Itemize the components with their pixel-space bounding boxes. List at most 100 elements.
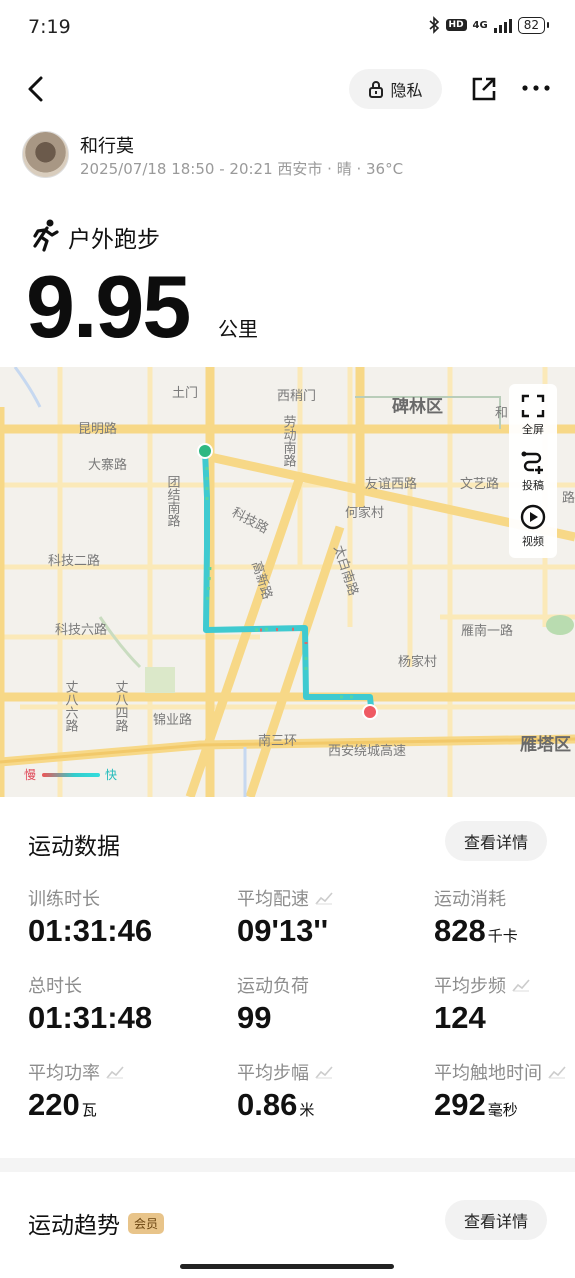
stat-unit: 千卡 (487, 927, 518, 945)
share-icon[interactable] (470, 75, 498, 103)
more-options-icon[interactable] (520, 76, 552, 100)
trend-icon[interactable] (106, 1065, 124, 1079)
fullscreen-button[interactable]: 全屏 (509, 394, 557, 437)
stat-number: 01:31:46 (28, 913, 153, 948)
stat-number: 09'13'' (237, 913, 329, 948)
map-label: 丈八六路 (63, 680, 79, 732)
lock-icon (369, 81, 384, 98)
trend-card: 运动趋势 会员 查看详情 (0, 1172, 575, 1278)
trend-icon[interactable] (315, 891, 333, 905)
map-label: 雁塔区 (520, 734, 571, 755)
stat-label-text: 平均触地时间 (434, 1063, 542, 1084)
map-label: 友谊西路 (365, 476, 417, 492)
play-icon (520, 504, 546, 530)
distance-unit: 公里 (218, 317, 258, 341)
signal-icon (493, 17, 512, 33)
map-label: 团结南路 (165, 475, 181, 527)
stats-title: 运动数据 (28, 834, 120, 860)
map-toolbar: 全屏 投稿 视频 (509, 384, 557, 558)
stat-label: 平均步幅 (237, 1059, 333, 1085)
route-map[interactable]: 土门 西稍门 碑林区 和 昆明路 大寨路 友谊西路 文艺路 路 何家村 科技二路… (0, 367, 575, 797)
map-label: 何家村 (345, 505, 384, 521)
map-label: 科技六路 (55, 622, 107, 638)
network-type: 4G (472, 19, 488, 31)
legend-fast-label: 快 (105, 768, 118, 782)
map-label: 昆明路 (78, 421, 117, 437)
stat-unit: 毫秒 (487, 1101, 518, 1119)
stat-label: 平均配速 (237, 885, 333, 911)
map-canvas: 土门 西稍门 碑林区 和 昆明路 大寨路 友谊西路 文艺路 路 何家村 科技二路… (0, 367, 575, 797)
stat-number: 01:31:48 (28, 1000, 153, 1035)
privacy-label: 隐私 (390, 81, 423, 100)
map-label: 南三环 (258, 733, 297, 749)
stat-value: 09'13'' (237, 913, 328, 949)
stat-label: 总时长 (28, 976, 82, 997)
distance-value: 9.95 (26, 257, 191, 356)
stat-number: 220 (28, 1087, 80, 1122)
user-name: 和行莫 (80, 136, 134, 157)
map-label: 路 (562, 490, 575, 506)
trend-title-text: 运动趋势 (28, 1213, 120, 1239)
stat-value: 220 瓦 (28, 1087, 97, 1123)
avatar[interactable] (22, 131, 69, 178)
post-button[interactable]: 投稿 (509, 450, 557, 493)
video-label: 视频 (522, 535, 544, 548)
map-label: 西稍门 (277, 389, 316, 404)
pace-gradient-legend (42, 773, 100, 777)
map-label: 丈八四路 (113, 680, 129, 732)
map-label: 雁南一路 (461, 623, 513, 639)
stat-label: 平均功率 (28, 1059, 124, 1085)
route-post-icon (521, 451, 543, 474)
map-label: 大寨路 (88, 457, 127, 473)
stat-value: 01:31:48 (28, 1000, 152, 1036)
fullscreen-label: 全屏 (522, 423, 544, 436)
status-time: 7:19 (28, 16, 71, 38)
map-label: 锦业路 (153, 712, 192, 728)
video-button[interactable]: 视频 (509, 504, 557, 549)
home-indicator[interactable] (180, 1264, 394, 1269)
stat-value: 124 (434, 1000, 486, 1036)
stat-label: 运动负荷 (237, 976, 309, 997)
stat-label: 运动消耗 (434, 889, 506, 910)
map-label: 科技二路 (48, 553, 100, 569)
stat-value: 0.86 米 (237, 1087, 314, 1123)
stat-value: 99 (237, 1000, 271, 1036)
activity-meta: 2025/07/18 18:50 - 20:21 西安市 · 晴 · 36°C (80, 160, 404, 178)
stat-value: 292 毫秒 (434, 1087, 518, 1123)
status-bar: 7:19 HD 4G 82 (0, 0, 575, 56)
stat-label: 平均触地时间 (434, 1059, 566, 1085)
map-label: 和 (495, 406, 508, 421)
stat-label-text: 平均步幅 (237, 1063, 309, 1084)
fullscreen-icon (521, 394, 545, 418)
stat-label-text: 平均配速 (237, 889, 309, 910)
stat-number: 124 (434, 1000, 486, 1035)
stat-value: 01:31:46 (28, 913, 152, 949)
map-label: 文艺路 (460, 476, 499, 492)
map-label: 劳动南路 (281, 414, 297, 467)
running-icon (33, 219, 59, 252)
stat-label-text: 平均步频 (434, 976, 506, 997)
stat-number: 292 (434, 1087, 486, 1122)
legend-slow-label: 慢 (24, 768, 37, 782)
map-label: 杨家村 (398, 654, 437, 670)
stat-unit: 米 (299, 1101, 315, 1119)
stat-number: 828 (434, 913, 486, 948)
activity-type: 户外跑步 (68, 227, 160, 253)
stat-label-text: 平均功率 (28, 1063, 100, 1084)
trend-title: 运动趋势 会员 (28, 1206, 165, 1240)
stats-detail-button[interactable]: 查看详情 (445, 821, 547, 861)
trend-icon[interactable] (512, 978, 530, 992)
map-label: 西安绕城高速 (328, 743, 406, 759)
privacy-button[interactable]: 隐私 (349, 69, 442, 109)
map-label: 土门 (172, 386, 198, 401)
status-icons: HD 4G 82 (428, 16, 550, 34)
back-icon[interactable] (22, 74, 52, 104)
hd-icon: HD (445, 19, 467, 31)
stat-number: 0.86 (237, 1087, 298, 1122)
trend-detail-button[interactable]: 查看详情 (445, 1200, 547, 1240)
battery-icon: 82 (517, 16, 550, 34)
trend-icon[interactable] (548, 1065, 566, 1079)
stat-label: 平均步频 (434, 972, 530, 998)
map-label: 碑林区 (392, 396, 443, 417)
trend-icon[interactable] (315, 1065, 333, 1079)
